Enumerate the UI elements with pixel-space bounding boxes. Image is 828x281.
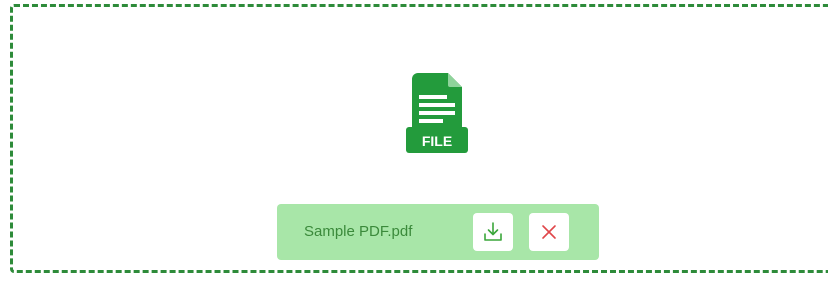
file-icon-label: FILE bbox=[422, 133, 452, 149]
remove-file-button[interactable] bbox=[529, 213, 569, 251]
uploaded-file-chip: Sample PDF.pdf bbox=[277, 204, 599, 260]
file-icon: FILE bbox=[406, 73, 468, 153]
download-icon bbox=[484, 222, 502, 241]
file-name: Sample PDF.pdf bbox=[304, 223, 413, 240]
download-button[interactable] bbox=[473, 213, 513, 251]
file-drop-zone[interactable]: FILE Sample PDF.pdf bbox=[10, 4, 828, 273]
close-icon bbox=[542, 225, 556, 239]
